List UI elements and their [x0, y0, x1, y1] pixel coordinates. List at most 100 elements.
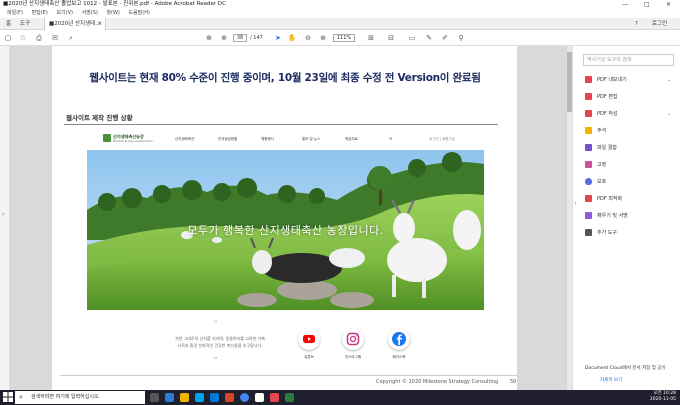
tool-edit-pdf[interactable]: PDF 편집 — [585, 93, 618, 101]
tool-optimize-pdf[interactable]: PDF 최적화 — [585, 195, 622, 203]
tool-combine-files[interactable]: 파일 결합 — [585, 144, 617, 152]
clock-date: 2020-11-05 — [649, 397, 676, 402]
facebook-label: 페이스북 — [392, 355, 406, 359]
instagram-icon — [342, 328, 364, 350]
hand-tool-icon[interactable]: ✋ — [287, 33, 297, 43]
site-login-links: 로그인 | 회원가입 — [429, 137, 455, 141]
tool-export-pdf[interactable]: PDF 내보내기 ⌄ — [585, 76, 671, 84]
minimize-button[interactable]: — — [622, 0, 628, 9]
page-footer: Copyright © 2020 Milestone Strategy Cons… — [60, 377, 517, 387]
chevron-down-icon[interactable]: ⌄ — [667, 76, 671, 84]
page-down-icon[interactable]: ⊕ — [219, 33, 229, 43]
taskbar-search-input[interactable]: ⌕ 검색하려면 여기에 입력하십시오. — [15, 391, 145, 404]
windows-start-icon[interactable] — [3, 392, 13, 402]
store-icon[interactable] — [195, 393, 204, 402]
tool-comment[interactable]: 주석 — [585, 127, 606, 135]
chrome-icon[interactable] — [240, 393, 249, 402]
pen-icon[interactable]: ✎ — [424, 33, 434, 43]
tool-protect[interactable]: 보호 — [585, 178, 606, 186]
stamp-icon[interactable]: ⚲ — [456, 33, 466, 43]
tool-label: 채우기 및 서명 — [597, 213, 628, 219]
tool-create-pdf[interactable]: PDF 작성 ⌄ — [585, 110, 671, 118]
create-icon[interactable]: ▢ — [3, 33, 13, 43]
menu-sign[interactable]: 서명(S) — [82, 10, 98, 16]
acrobat-icon[interactable] — [270, 393, 279, 402]
mail-icon[interactable] — [210, 393, 219, 402]
quote-line-2: 사육과 환경 친화적인 건강한 축산물을 추구합니다. — [177, 343, 263, 348]
learn-more-link[interactable]: 자세히 보기 — [600, 377, 622, 383]
help-icon[interactable]: ? — [631, 18, 642, 30]
tab-document-label: ■2020년 산지생태... — [49, 21, 101, 27]
facebook-icon — [388, 328, 410, 350]
chevron-down-icon[interactable]: ⌄ — [667, 110, 671, 118]
left-panel: › — [0, 46, 10, 390]
document-cloud-text: Document Cloud에서 문서 저장 및 공유 — [585, 366, 666, 371]
site-logo-subtitle: Mountain Ecology Livestock Farm — [113, 140, 153, 143]
youtube-icon — [298, 328, 320, 350]
collapse-panel-icon[interactable]: ‹ — [574, 200, 576, 207]
tool-fill-sign[interactable]: 채우기 및 서명 — [585, 212, 628, 220]
zoom-out-icon[interactable]: ⊖ — [303, 33, 313, 43]
expand-left-icon[interactable]: › — [2, 211, 4, 218]
file-explorer-icon[interactable] — [180, 393, 189, 402]
powerpoint-icon[interactable] — [225, 393, 234, 402]
comment-icon[interactable]: ▭ — [407, 33, 417, 43]
print-icon[interactable]: ⎙ — [34, 33, 44, 43]
login-button[interactable]: 로그인 — [648, 18, 671, 30]
system-tray[interactable]: 오전 10:28 2020-11-05 — [590, 391, 680, 404]
page-up-icon[interactable]: ⊕ — [204, 33, 214, 43]
page-number-input[interactable]: 38 — [233, 34, 247, 42]
create-pdf-icon — [585, 110, 592, 117]
site-nav-item: 홍보 및 뉴스 — [302, 137, 321, 141]
quote-close-mark: ” — [213, 357, 218, 367]
menu-bar: 파일(F) 편집(E) 보기(V) 서명(S) 창(W) 도움말(H) — [0, 9, 680, 18]
maximize-button[interactable]: □ — [644, 0, 650, 9]
tab-home[interactable]: 홈 — [2, 18, 15, 30]
menu-file[interactable]: 파일(F) — [7, 10, 23, 16]
tool-more-tools[interactable]: 추가 도구 — [585, 229, 617, 237]
scroll-mode-icon[interactable]: ⊟ — [386, 33, 396, 43]
zoom-select[interactable]: 111% — [333, 34, 355, 42]
save-icon[interactable]: ☆ — [18, 33, 28, 43]
comment-tool-icon — [585, 127, 592, 134]
site-quote-text: 자연 그대로의 산지를 지키며, 동물복지를 고려한 가축 사육과 환경 친화적… — [140, 335, 300, 349]
fill-sign-icon — [585, 212, 592, 219]
tool-label: 고정 — [597, 162, 607, 168]
tab-document[interactable]: ■2020년 산지생태... ✕ — [44, 18, 106, 30]
instagram-label: 인스타그램 — [344, 355, 362, 359]
close-button[interactable]: ✕ — [666, 0, 671, 9]
title-bar: ■2020년 산지생태축산 졸업보고 1012 - 발표본 - 진위본.pdf … — [0, 0, 680, 9]
export-pdf-icon — [585, 76, 592, 83]
fit-page-icon[interactable]: ⊞ — [366, 33, 376, 43]
menu-edit[interactable]: 편집(E) — [32, 10, 48, 16]
highlight-icon[interactable]: ✐ — [440, 33, 450, 43]
window-title: ■2020년 산지생태축산 졸업보고 1012 - 발표본 - 진위본.pdf … — [3, 1, 226, 7]
search-icon: ⌕ — [19, 393, 23, 401]
page-headline: 웹사이트는 현재 80% 수준이 진행 중이며, 10월 23일에 최종 수정 … — [89, 72, 481, 84]
site-nav-grid-icon: ☷ — [389, 137, 393, 141]
tab-tools[interactable]: 도구 — [16, 18, 34, 30]
select-tool-icon[interactable]: ➤ — [273, 33, 283, 43]
search-icon[interactable]: ⌕ — [66, 33, 76, 43]
tool-label: 파일 결합 — [597, 145, 617, 151]
close-tab-icon[interactable]: ✕ — [97, 18, 102, 30]
edge-icon[interactable] — [165, 393, 174, 402]
footer-copyright: Copyright © 2020 Milestone Strategy Cons… — [376, 379, 499, 385]
menu-window[interactable]: 창(W) — [106, 10, 119, 16]
email-icon[interactable]: ✉ — [50, 33, 60, 43]
menu-help[interactable]: 도움말(H) — [128, 10, 149, 16]
task-view-icon[interactable] — [150, 393, 159, 402]
tool-label: PDF 작성 — [597, 111, 618, 117]
toolbar: ▢ ☆ ⎙ ✉ ⌕ ⊕ ⊕ 38 / 147 ➤ ✋ ⊖ ⊕ 111% ⊞ ⊟ … — [0, 30, 680, 46]
tools-search-input[interactable]: 역사기상 도구의 검색 — [583, 54, 674, 66]
tab-bar: 홈 도구 ■2020년 산지생태... ✕ ? 로그인 — [0, 18, 680, 30]
excel-icon[interactable] — [285, 393, 294, 402]
tool-fix[interactable]: 고정 — [585, 161, 606, 169]
tool-label: PDF 최적화 — [597, 196, 623, 202]
optimize-pdf-icon — [585, 195, 592, 202]
quote-open-mark: “ — [213, 320, 218, 330]
menu-view[interactable]: 보기(V) — [56, 10, 73, 16]
app-icon[interactable] — [255, 393, 264, 402]
quote-line-1: 자연 그대로의 산지를 지키며, 동물복지를 고려한 가축 — [175, 336, 265, 341]
zoom-in-icon[interactable]: ⊕ — [318, 33, 328, 43]
